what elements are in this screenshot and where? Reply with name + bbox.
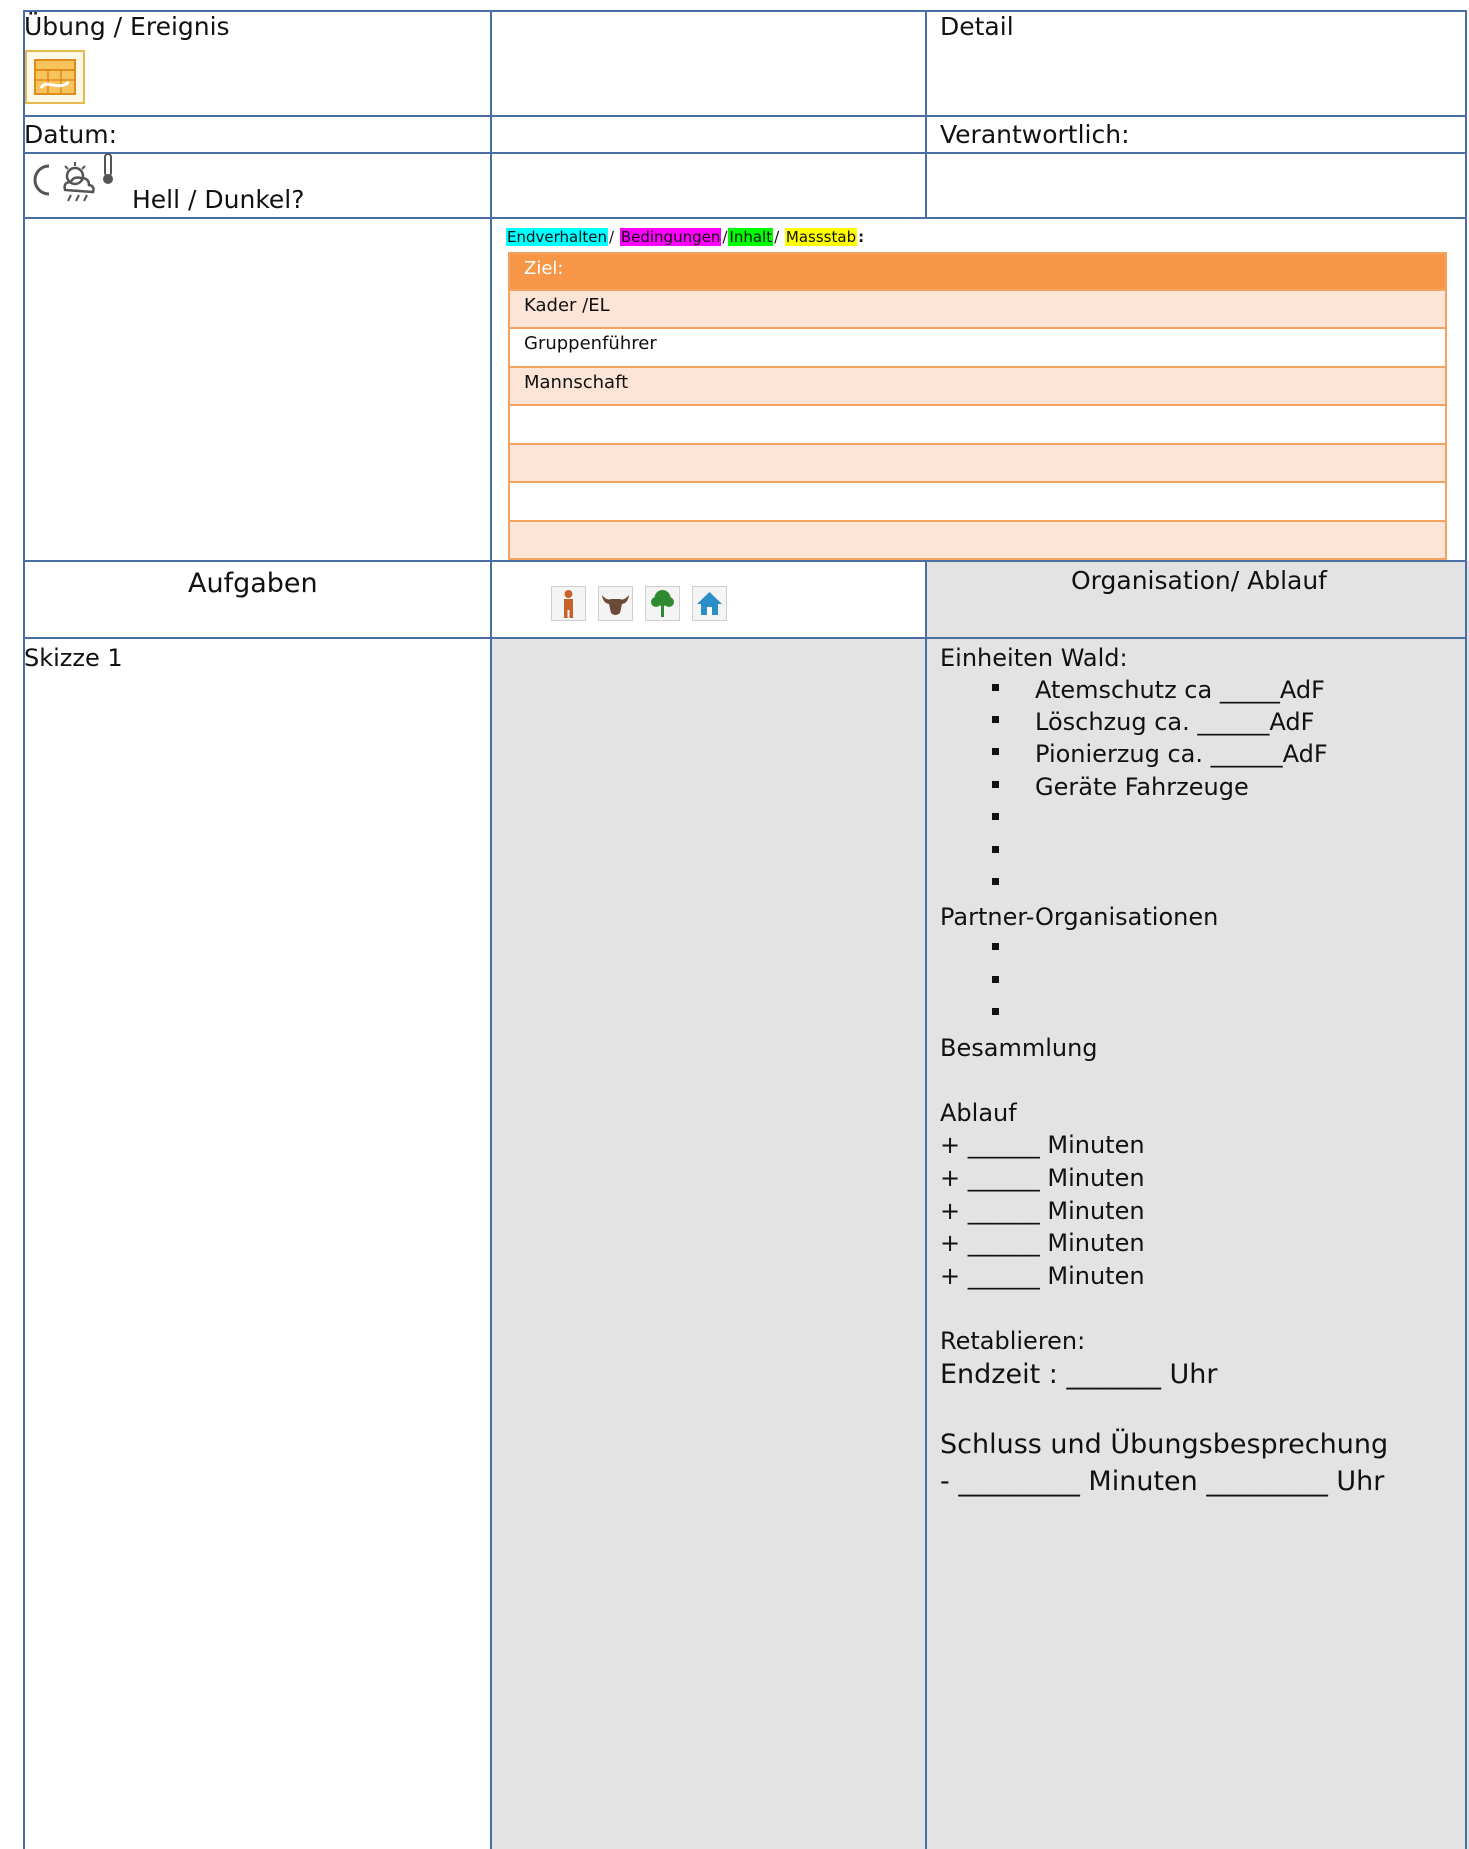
grid-line bbox=[23, 10, 1467, 12]
goal-row-header: Ziel: bbox=[508, 252, 1447, 291]
middle-column-fill bbox=[491, 638, 926, 1849]
goal-label: Gruppenführer bbox=[524, 333, 657, 354]
light-label: Hell / Dunkel? bbox=[132, 185, 305, 214]
endzeit-label: Endzeit : _______ Uhr bbox=[940, 1359, 1218, 1390]
bullet-icon bbox=[992, 748, 999, 755]
grid-line bbox=[23, 560, 1467, 562]
goal-label: Mannschaft bbox=[524, 372, 629, 393]
closing-title: Schluss und Übungsbesprechung bbox=[940, 1429, 1389, 1460]
goal-row bbox=[508, 406, 1447, 445]
grid-line bbox=[925, 10, 927, 218]
key-inhalt: Inhalt bbox=[728, 228, 774, 246]
tree-icon bbox=[645, 586, 680, 621]
schedule-item: + ______ Minuten bbox=[940, 1164, 1145, 1192]
key-sep: : bbox=[858, 228, 865, 246]
goals-key: Endverhalten / Bedingungen / Inhalt / Massst… bbox=[506, 228, 865, 246]
grid-line bbox=[23, 10, 25, 1849]
org-label: Organisation/ Ablauf bbox=[1071, 566, 1327, 595]
assembly-label: Besammlung bbox=[940, 1034, 1098, 1062]
schedule-item: + ______ Minuten bbox=[940, 1262, 1145, 1290]
goal-row bbox=[508, 522, 1447, 560]
category-icons bbox=[551, 586, 741, 622]
person-icon bbox=[551, 586, 586, 621]
retablieren-label: Retablieren: bbox=[940, 1327, 1086, 1355]
goal-label: Kader /EL bbox=[524, 295, 610, 316]
responsible-label: Verantwortlich: bbox=[940, 120, 1130, 149]
bullet-icon bbox=[992, 976, 999, 983]
bullet-icon bbox=[992, 1008, 999, 1015]
detail-label: Detail bbox=[940, 12, 1014, 41]
key-massstab: Massstab bbox=[784, 228, 858, 246]
bullet-icon bbox=[992, 781, 999, 788]
tasks-label: Aufgaben bbox=[188, 568, 318, 599]
grid-line bbox=[925, 560, 927, 1849]
goal-row bbox=[508, 445, 1447, 483]
grid-line bbox=[23, 637, 1467, 639]
goal-label: Ziel: bbox=[524, 258, 564, 279]
goal-row: Gruppenführer bbox=[508, 329, 1447, 368]
bullet-icon bbox=[992, 846, 999, 853]
schedule-item: + ______ Minuten bbox=[940, 1131, 1145, 1159]
goal-row: Mannschaft bbox=[508, 368, 1447, 406]
key-sep: / bbox=[774, 228, 784, 246]
schedule-item: + ______ Minuten bbox=[940, 1229, 1145, 1257]
exercise-calendar-icon bbox=[25, 50, 85, 104]
grid-line bbox=[23, 152, 1467, 154]
unit-item: Pionierzug ca. ______AdF bbox=[1035, 740, 1328, 768]
goal-row bbox=[508, 483, 1447, 522]
grid-line bbox=[23, 217, 1467, 219]
date-label: Datum: bbox=[24, 120, 117, 149]
unit-item: Löschzug ca. ______AdF bbox=[1035, 708, 1315, 736]
bullet-icon bbox=[992, 878, 999, 885]
grid-line bbox=[23, 115, 1467, 117]
house-icon bbox=[692, 586, 727, 621]
exercise-label: Übung / Ereignis bbox=[24, 12, 230, 41]
weather-icon bbox=[27, 152, 123, 207]
unit-item: Geräte Fahrzeuge bbox=[1035, 773, 1249, 801]
key-endverhalten: Endverhalten bbox=[506, 228, 608, 246]
bullet-icon bbox=[992, 684, 999, 691]
sketch-label: Skizze 1 bbox=[24, 644, 123, 672]
bullet-icon bbox=[992, 716, 999, 723]
key-sep: / bbox=[609, 228, 619, 246]
grid-line bbox=[1465, 10, 1467, 1849]
unit-item: Atemschutz ca _____AdF bbox=[1035, 676, 1325, 704]
schedule-title: Ablauf bbox=[940, 1099, 1017, 1127]
partners-title: Partner-Organisationen bbox=[940, 903, 1219, 931]
key-bedingungen: Bedingungen bbox=[619, 228, 722, 246]
bullet-icon bbox=[992, 813, 999, 820]
cattle-icon bbox=[598, 586, 633, 621]
grid-line bbox=[490, 10, 492, 1849]
closing-line: - _________ Minuten _________ Uhr bbox=[940, 1466, 1385, 1497]
goal-row: Kader /EL bbox=[508, 291, 1447, 329]
bullet-icon bbox=[992, 943, 999, 950]
schedule-item: + ______ Minuten bbox=[940, 1197, 1145, 1225]
units-title: Einheiten Wald: bbox=[940, 644, 1128, 672]
